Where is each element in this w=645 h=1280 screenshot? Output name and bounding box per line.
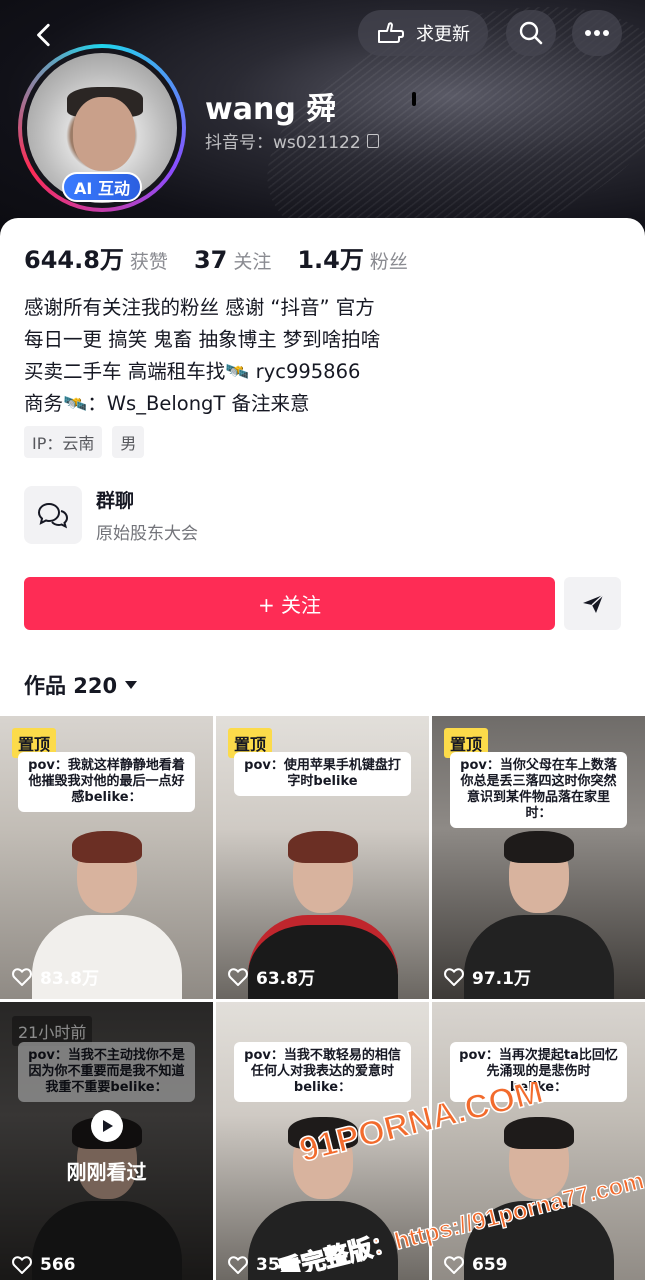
stat-following-number: 37 bbox=[193, 246, 228, 274]
video-caption: pov：我就这样静静地看着他摧毁我对他的最后一点好感belike： bbox=[18, 752, 195, 812]
back-button[interactable] bbox=[22, 12, 68, 58]
video-likes-count: 659 bbox=[472, 1255, 508, 1275]
group-chat-subtitle: 原始股东大会 bbox=[96, 524, 198, 544]
group-chat-title: 群聊 bbox=[96, 490, 135, 512]
video-likes: 659 bbox=[444, 1255, 508, 1275]
video-caption: pov：使用苹果手机键盘打字时belike bbox=[234, 752, 411, 796]
video-thumbnail[interactable]: 置顶 pov：使用苹果手机键盘打字时belike 63.8万 bbox=[216, 716, 429, 999]
stat-likes[interactable]: 644.8万 获赞 bbox=[24, 240, 168, 275]
stat-following[interactable]: 37 关注 bbox=[194, 246, 271, 274]
request-update-button[interactable]: 求更新 bbox=[358, 10, 488, 56]
search-button[interactable] bbox=[506, 10, 556, 56]
ip-location-tag: IP：云南 bbox=[24, 426, 103, 458]
stat-likes-number: 644.8万 bbox=[24, 246, 124, 274]
video-likes: 83.8万 bbox=[12, 964, 99, 989]
bio-line: 买卖二手车 高端租车找🛰️ ryc995866 bbox=[24, 360, 361, 383]
heart-icon bbox=[228, 967, 248, 986]
heart-icon bbox=[228, 1256, 248, 1274]
group-chat-icon bbox=[24, 486, 82, 544]
video-caption: pov：当再次提起ta比回忆先涌现的是悲伤时belike： bbox=[450, 1042, 627, 1102]
profile-stats: 644.8万 获赞 37 关注 1.4万 粉丝 bbox=[24, 240, 408, 275]
video-likes-count: 566 bbox=[40, 1255, 76, 1275]
more-dots-icon bbox=[585, 30, 609, 36]
video-thumbnail[interactable]: pov：当我不敢轻易的相信任何人对我表达的爱意时belike： 352 bbox=[216, 1002, 429, 1280]
video-likes: 97.1万 bbox=[444, 964, 531, 989]
video-caption: pov：当你父母在车上数落你总是丢三落四这时你突然意识到某件物品落在家里时： bbox=[450, 752, 627, 828]
follow-button[interactable]: + 关注 bbox=[24, 577, 555, 630]
gender-tag: 男 bbox=[112, 426, 145, 458]
bio-line: 商务🛰️：Ws_BelongT 备注来意 bbox=[24, 392, 310, 415]
douyin-id-text: 抖音号：ws021122 bbox=[205, 133, 361, 153]
video-grid: 置顶 pov：我就这样静静地看着他摧毁我对他的最后一点好感belike： 83.8万… bbox=[0, 716, 645, 1280]
heart-icon bbox=[12, 967, 32, 986]
hand-pointer-icon bbox=[378, 22, 404, 43]
stat-likes-label: 获赞 bbox=[129, 251, 168, 273]
copy-icon[interactable] bbox=[366, 133, 379, 148]
heart-icon bbox=[12, 1256, 32, 1274]
video-likes-count: 83.8万 bbox=[40, 969, 99, 989]
chevron-left-icon bbox=[37, 23, 50, 47]
search-icon bbox=[519, 21, 543, 45]
douyin-id[interactable]: 抖音号：ws021122 bbox=[205, 128, 379, 153]
play-icon bbox=[90, 1110, 123, 1142]
video-caption: pov：当我不敢轻易的相信任何人对我表达的爱意时belike： bbox=[234, 1042, 411, 1102]
heart-icon bbox=[444, 967, 464, 986]
caret-down-icon bbox=[125, 681, 138, 689]
video-thumbnail[interactable]: pov：当再次提起ta比回忆先涌现的是悲伤时belike： 659 bbox=[432, 1002, 645, 1280]
banner-figure bbox=[412, 92, 416, 106]
stat-following-label: 关注 bbox=[233, 251, 272, 273]
stat-followers[interactable]: 1.4万 粉丝 bbox=[297, 240, 408, 275]
bio-line: 感谢所有关注我的粉丝 感谢 “抖音” 官方 bbox=[24, 296, 375, 319]
video-thumbnail[interactable]: 置顶 pov：我就这样静静地看着他摧毁我对他的最后一点好感belike： 83.8万 bbox=[0, 716, 213, 999]
send-icon bbox=[582, 593, 604, 613]
video-likes-count: 97.1万 bbox=[472, 969, 531, 989]
profile-name: wang 舜 bbox=[205, 92, 337, 127]
video-likes: 63.8万 bbox=[228, 964, 315, 989]
bio-line: 每日一更 搞笑 鬼畜 抽象博主 梦到啥拍啥 bbox=[24, 328, 381, 351]
stat-followers-number: 1.4万 bbox=[297, 246, 364, 274]
video-likes: 352 bbox=[228, 1255, 292, 1275]
send-message-button[interactable] bbox=[564, 577, 621, 630]
video-thumbnail[interactable]: 置顶 pov：当你父母在车上数落你总是丢三落四这时你突然意识到某件物品落在家里时：… bbox=[432, 716, 645, 999]
works-tab[interactable]: 作品 220 bbox=[24, 670, 138, 700]
profile-tags: IP：云南 男 bbox=[24, 426, 145, 458]
works-count-label: 作品 220 bbox=[24, 674, 118, 698]
recently-watched: 刚刚看过 bbox=[0, 1110, 213, 1185]
video-likes-count: 63.8万 bbox=[256, 969, 315, 989]
video-thumbnail[interactable]: 21小时前 pov：当我不主动找你不是因为你不重要而是我不知道我重不重要belik… bbox=[0, 1002, 213, 1280]
request-update-label: 求更新 bbox=[416, 24, 470, 45]
recently-watched-label: 刚刚看过 bbox=[66, 1160, 147, 1184]
group-chat-entry[interactable]: 群聊 原始股东大会 bbox=[24, 486, 198, 544]
profile-bio: 感谢所有关注我的粉丝 感谢 “抖音” 官方 每日一更 搞笑 鬼畜 抽象博主 梦到… bbox=[24, 292, 624, 420]
video-likes-count: 352 bbox=[256, 1255, 292, 1275]
ai-interact-badge[interactable]: AI 互动 bbox=[62, 172, 142, 202]
heart-icon bbox=[444, 1256, 464, 1274]
stat-followers-label: 粉丝 bbox=[369, 251, 408, 273]
video-likes: 566 bbox=[12, 1255, 76, 1275]
more-options-button[interactable] bbox=[572, 10, 622, 56]
